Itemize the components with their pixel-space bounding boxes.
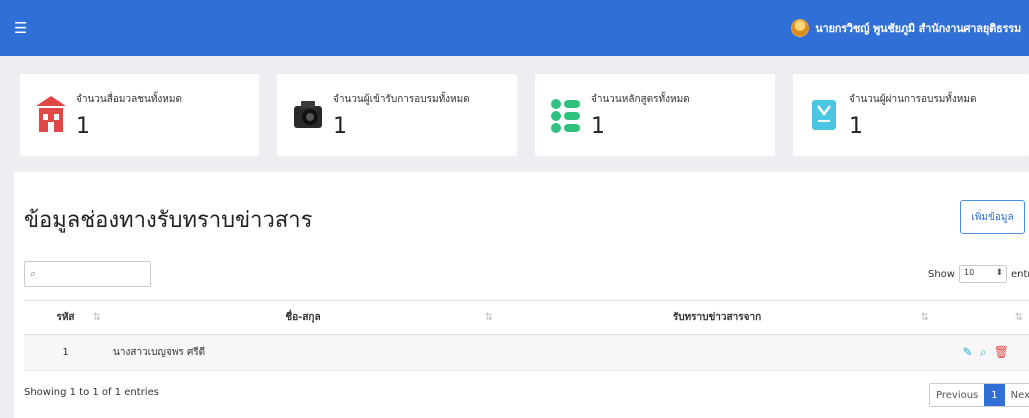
page-title: ข้อมูลช่องทางรับทราบข่าวสาร: [24, 208, 313, 233]
search-input[interactable]: [43, 264, 147, 284]
sort-icon: ⇅: [484, 312, 493, 323]
stat-label: จำนวนหลักสูตรทั้งหมด: [591, 94, 690, 105]
column-header-actions[interactable]: ⇅: [935, 300, 1029, 335]
search-icon: ⌕: [30, 267, 37, 280]
search-icon[interactable]: ⌕: [980, 345, 987, 360]
page-size-control: Show 10 entries: [928, 265, 1029, 283]
list-icon: [551, 99, 580, 133]
cell-actions: ✎ ⌕ 🗑: [935, 334, 1029, 371]
pagination: Previous 1 Next: [929, 383, 1029, 407]
table-row: 1 นางสาวเบญจพร ศรีดี ✎ ⌕ 🗑: [24, 334, 1029, 371]
table-info: Showing 1 to 1 of 1 entries: [24, 387, 159, 398]
edit-icon[interactable]: ✎: [963, 345, 973, 359]
stat-card-courses: จำนวนหลักสูตรทั้งหมด 1: [535, 74, 775, 156]
next-page-button[interactable]: Next: [1004, 384, 1029, 406]
data-table: รหัส ⇅ ชื่อ-สกุล ⇅ รับทราบข่าวสารจาก ⇅ ⇅: [24, 300, 1029, 371]
stat-count: 1: [76, 114, 90, 139]
stat-count: 1: [333, 114, 347, 139]
previous-page-button[interactable]: Previous: [930, 384, 985, 406]
top-navbar: ☰ นายกรวิชญ์ พูนชัยภูมิ สำนักงานศาลยุติธ…: [0, 0, 1029, 56]
stat-card-graduates: จำนวนผู้ผ่านการอบรมทั้งหมด 1: [793, 74, 1029, 156]
page-size-select[interactable]: 10: [958, 265, 1007, 283]
trash-icon[interactable]: 🗑: [994, 345, 1009, 359]
entries-label: entries: [1010, 268, 1029, 280]
column-header-name[interactable]: ชื่อ-สกุล ⇅: [107, 300, 499, 335]
news-channel-panel: ข้อมูลช่องทางรับทราบข่าวสาร เพิ่มข้อมูล …: [14, 172, 1029, 418]
stat-count: 1: [849, 114, 863, 139]
stat-count: 1: [591, 114, 605, 139]
cell-id: 1: [24, 334, 107, 371]
column-header-id[interactable]: รหัส ⇅: [24, 300, 107, 335]
cell-name: นางสาวเบญจพร ศรีดี: [107, 334, 499, 371]
sort-icon: ⇅: [1014, 312, 1023, 323]
sort-asc-icon: ⇅: [92, 312, 101, 323]
building-icon: [36, 96, 66, 132]
user-menu[interactable]: นายกรวิชญ์ พูนชัยภูมิ สำนักงานศาลยุติธรร…: [791, 19, 1021, 37]
hamburger-icon[interactable]: ☰: [14, 20, 27, 36]
search-box: ⌕: [24, 261, 151, 287]
show-label: Show: [928, 268, 955, 280]
sort-icon: ⇅: [920, 312, 929, 323]
user-avatar-icon: [791, 19, 810, 37]
certificate-icon: [812, 100, 836, 130]
column-header-source[interactable]: รับทราบข่าวสารจาก ⇅: [499, 300, 935, 335]
stat-card-trainees: จำนวนผู้เข้ารับการอบรมทั้งหมด 1: [277, 74, 517, 156]
stat-card-media: จำนวนสื่อมวลชนทั้งหมด 1: [20, 74, 259, 156]
stat-label: จำนวนสื่อมวลชนทั้งหมด: [76, 94, 182, 105]
add-data-button[interactable]: เพิ่มข้อมูล: [960, 200, 1025, 234]
stat-label: จำนวนผู้เข้ารับการอบรมทั้งหมด: [333, 94, 470, 105]
page-1-button[interactable]: 1: [984, 384, 1005, 406]
stat-label: จำนวนผู้ผ่านการอบรมทั้งหมด: [849, 94, 977, 105]
user-name[interactable]: นายกรวิชญ์ พูนชัยภูมิ สำนักงานศาลยุติธรร…: [815, 19, 1021, 37]
cell-source: [499, 334, 935, 371]
camera-icon: [294, 101, 322, 128]
